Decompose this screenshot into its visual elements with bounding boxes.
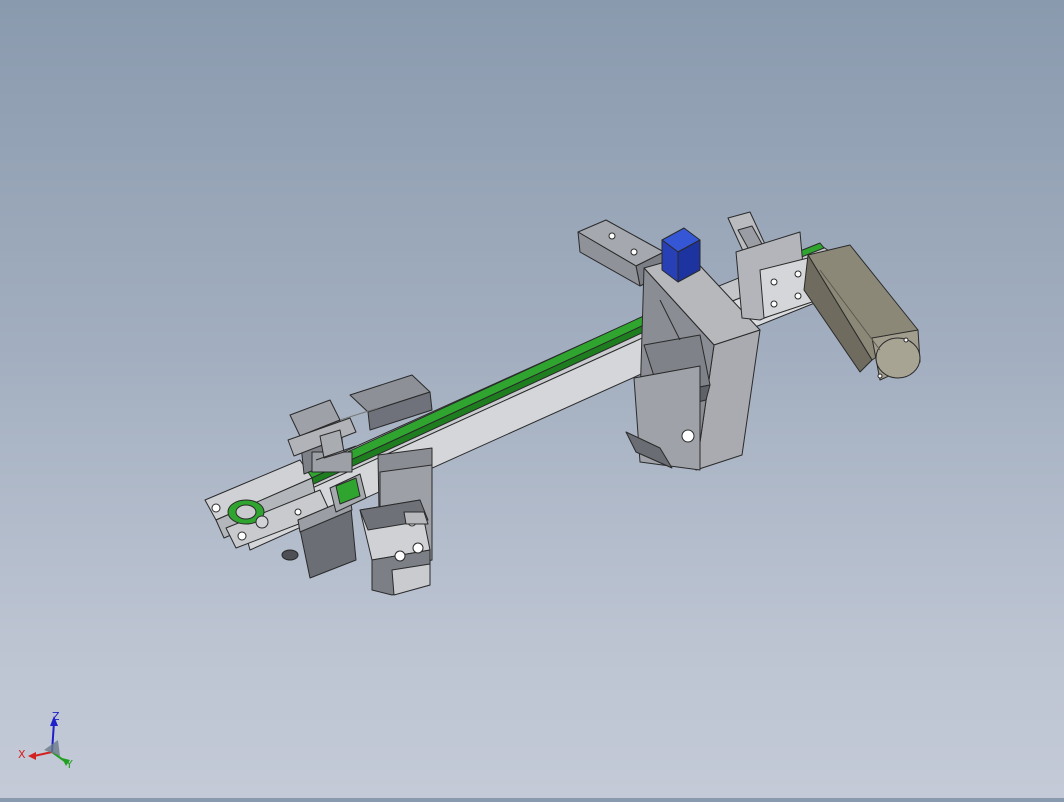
x-axis-line — [33, 751, 53, 757]
x-axis-arrow — [28, 752, 36, 760]
assembly-drawing: Z X Y — [18, 211, 921, 771]
stepper-motor — [803, 244, 921, 381]
triad-label-y: Y — [65, 758, 73, 771]
model-viewport[interactable]: Z X Y — [0, 0, 1064, 798]
triad-label-x: X — [18, 748, 26, 761]
triad-label-z: Z — [52, 710, 60, 723]
axis-triad: Z X Y — [18, 710, 73, 771]
